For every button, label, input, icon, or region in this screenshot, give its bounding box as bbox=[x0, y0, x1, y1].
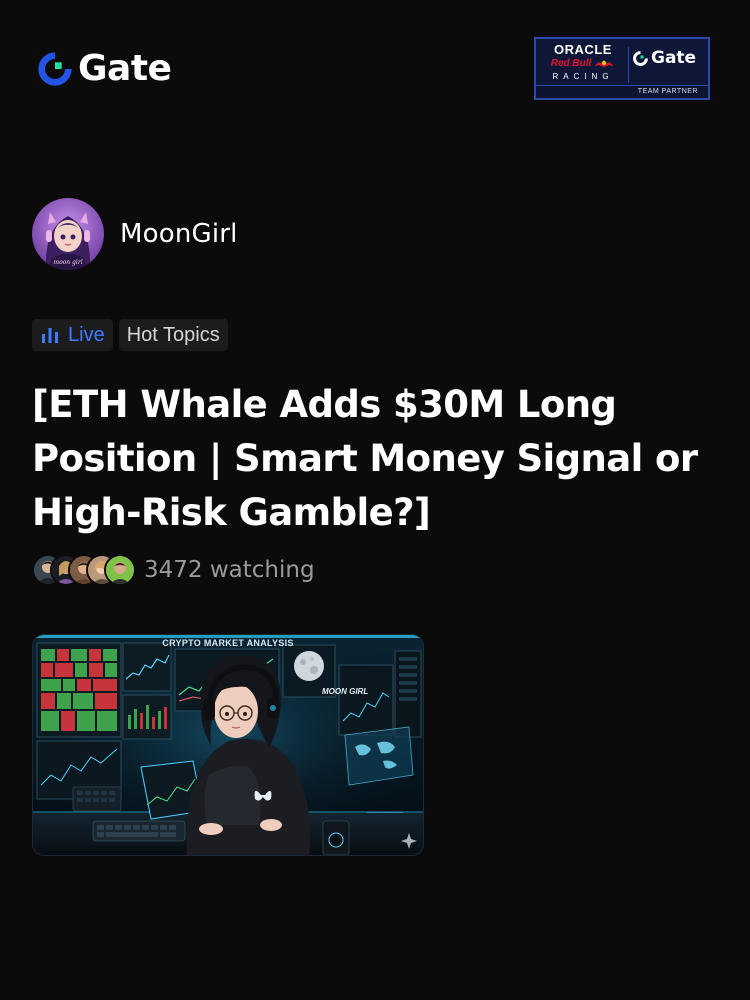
svg-text:moon girl: moon girl bbox=[53, 259, 82, 266]
live-tag[interactable]: Live bbox=[32, 319, 113, 351]
author-row[interactable]: moon girl MoonGirl bbox=[32, 198, 238, 270]
author-avatar[interactable]: moon girl bbox=[32, 198, 104, 270]
hot-topics-label: Hot Topics bbox=[126, 323, 220, 346]
bull-icon bbox=[594, 60, 615, 67]
badge-oracle-text: ORACLE bbox=[554, 42, 612, 57]
badge-divider bbox=[628, 47, 629, 83]
post-thumbnail[interactable]: CRYPTO MARKET ANALYSIS MOON GIRL bbox=[32, 634, 424, 856]
team-partner-badge: ORACLE Red Bull RACING Gate TEAM PARTNER bbox=[534, 37, 710, 100]
hot-topics-tag[interactable]: Hot Topics bbox=[118, 319, 228, 351]
thumbnail-overlay-brand: MOON GIRL bbox=[322, 687, 369, 696]
redbull-racing-logo: ORACLE Red Bull RACING bbox=[542, 43, 624, 83]
thumbnail-illustration bbox=[33, 635, 423, 855]
badge-gate-text: Gate bbox=[651, 48, 697, 68]
gate-logo-icon bbox=[38, 52, 72, 86]
gate-logo[interactable]: Gate bbox=[36, 48, 172, 90]
live-bars-icon bbox=[42, 328, 58, 343]
gate-logo-small-icon bbox=[633, 51, 648, 66]
thumbnail-overlay-title: CRYPTO MARKET ANALYSIS bbox=[162, 638, 294, 648]
badge-racing-text: RACING bbox=[552, 72, 614, 81]
post-title[interactable]: [ETH Whale Adds $30M Long Position | Sma… bbox=[32, 378, 712, 540]
author-name[interactable]: MoonGirl bbox=[120, 219, 238, 249]
watchers-row: 3472 watching bbox=[32, 553, 315, 587]
post-tags: Live Hot Topics bbox=[32, 319, 228, 351]
badge-redbull-text: Red Bull bbox=[550, 58, 592, 69]
gate-logo-text: Gate bbox=[78, 48, 172, 89]
watching-count: 3472 watching bbox=[144, 557, 315, 583]
badge-gate-logo: Gate bbox=[632, 50, 696, 67]
badge-footer-text: TEAM PARTNER bbox=[536, 85, 708, 98]
viewer-avatar bbox=[104, 554, 136, 586]
live-tag-label: Live bbox=[68, 323, 105, 346]
viewer-avatar-stack bbox=[32, 554, 136, 586]
